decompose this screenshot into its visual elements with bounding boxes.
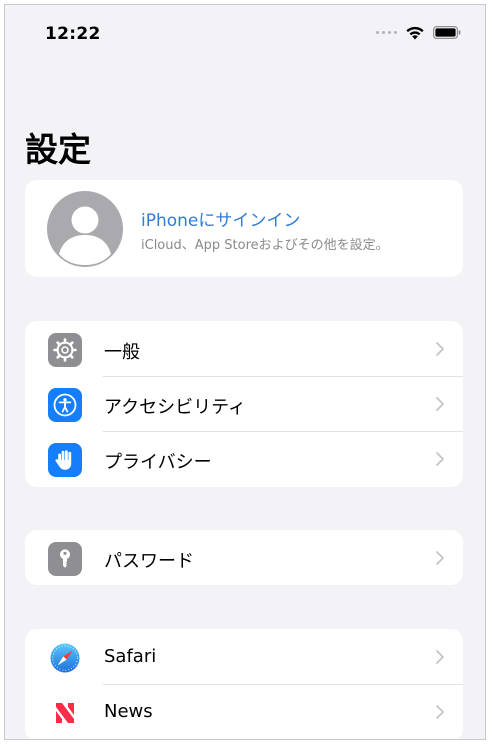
accessibility-icon [48, 388, 82, 422]
row-label-safari: Safari [104, 646, 157, 667]
row-label-accessibility: アクセシビリティ [104, 397, 247, 418]
page-title: 設定 [25, 130, 91, 169]
status-time: 12:22 [45, 24, 101, 44]
settings-row-safari[interactable]: Safari [25, 629, 463, 684]
battery-icon [433, 26, 461, 39]
gear-icon [48, 333, 82, 367]
settings-group-1: 一般 アクセシビリティ プライバシー [25, 321, 463, 487]
key-icon [48, 542, 82, 576]
row-label-general: 一般 [104, 342, 140, 363]
signal-dots-icon [376, 31, 397, 34]
sign-in-subtitle: iCloud、App Storeおよびその他を設定。 [141, 238, 389, 253]
sign-in-title: iPhoneにサインイン [141, 211, 301, 231]
chevron-right-icon [436, 551, 444, 565]
row-label-news: News [104, 701, 153, 722]
chevron-right-icon [436, 650, 444, 664]
settings-group-3: Safari News [25, 629, 463, 739]
profile-sign-in-card[interactable]: iPhoneにサインイン iCloud、App Storeおよびその他を設定。 [25, 180, 463, 277]
hand-icon [48, 443, 82, 477]
settings-row-accessibility[interactable]: アクセシビリティ [25, 376, 463, 431]
row-label-passwords: パスワード [104, 551, 194, 572]
settings-row-passwords[interactable]: パスワード [25, 530, 463, 585]
settings-row-news[interactable]: News [25, 684, 463, 739]
row-label-privacy: プライバシー [104, 452, 212, 473]
chevron-right-icon [436, 342, 444, 356]
status-icons [376, 25, 461, 40]
chevron-right-icon [436, 452, 444, 466]
settings-group-2: パスワード [25, 530, 463, 585]
chevron-right-icon [436, 397, 444, 411]
safari-compass-icon [48, 641, 82, 675]
news-icon [48, 696, 82, 730]
settings-row-general[interactable]: 一般 [25, 321, 463, 376]
phone-screen: 12:22 設定 iPhoneにサインイン iCloud、App Storeおよ… [4, 4, 486, 740]
settings-row-privacy[interactable]: プライバシー [25, 431, 463, 486]
person-avatar-icon [47, 191, 123, 267]
chevron-right-icon [436, 705, 444, 719]
status-bar: 12:22 [5, 5, 485, 65]
wifi-icon [406, 26, 424, 40]
